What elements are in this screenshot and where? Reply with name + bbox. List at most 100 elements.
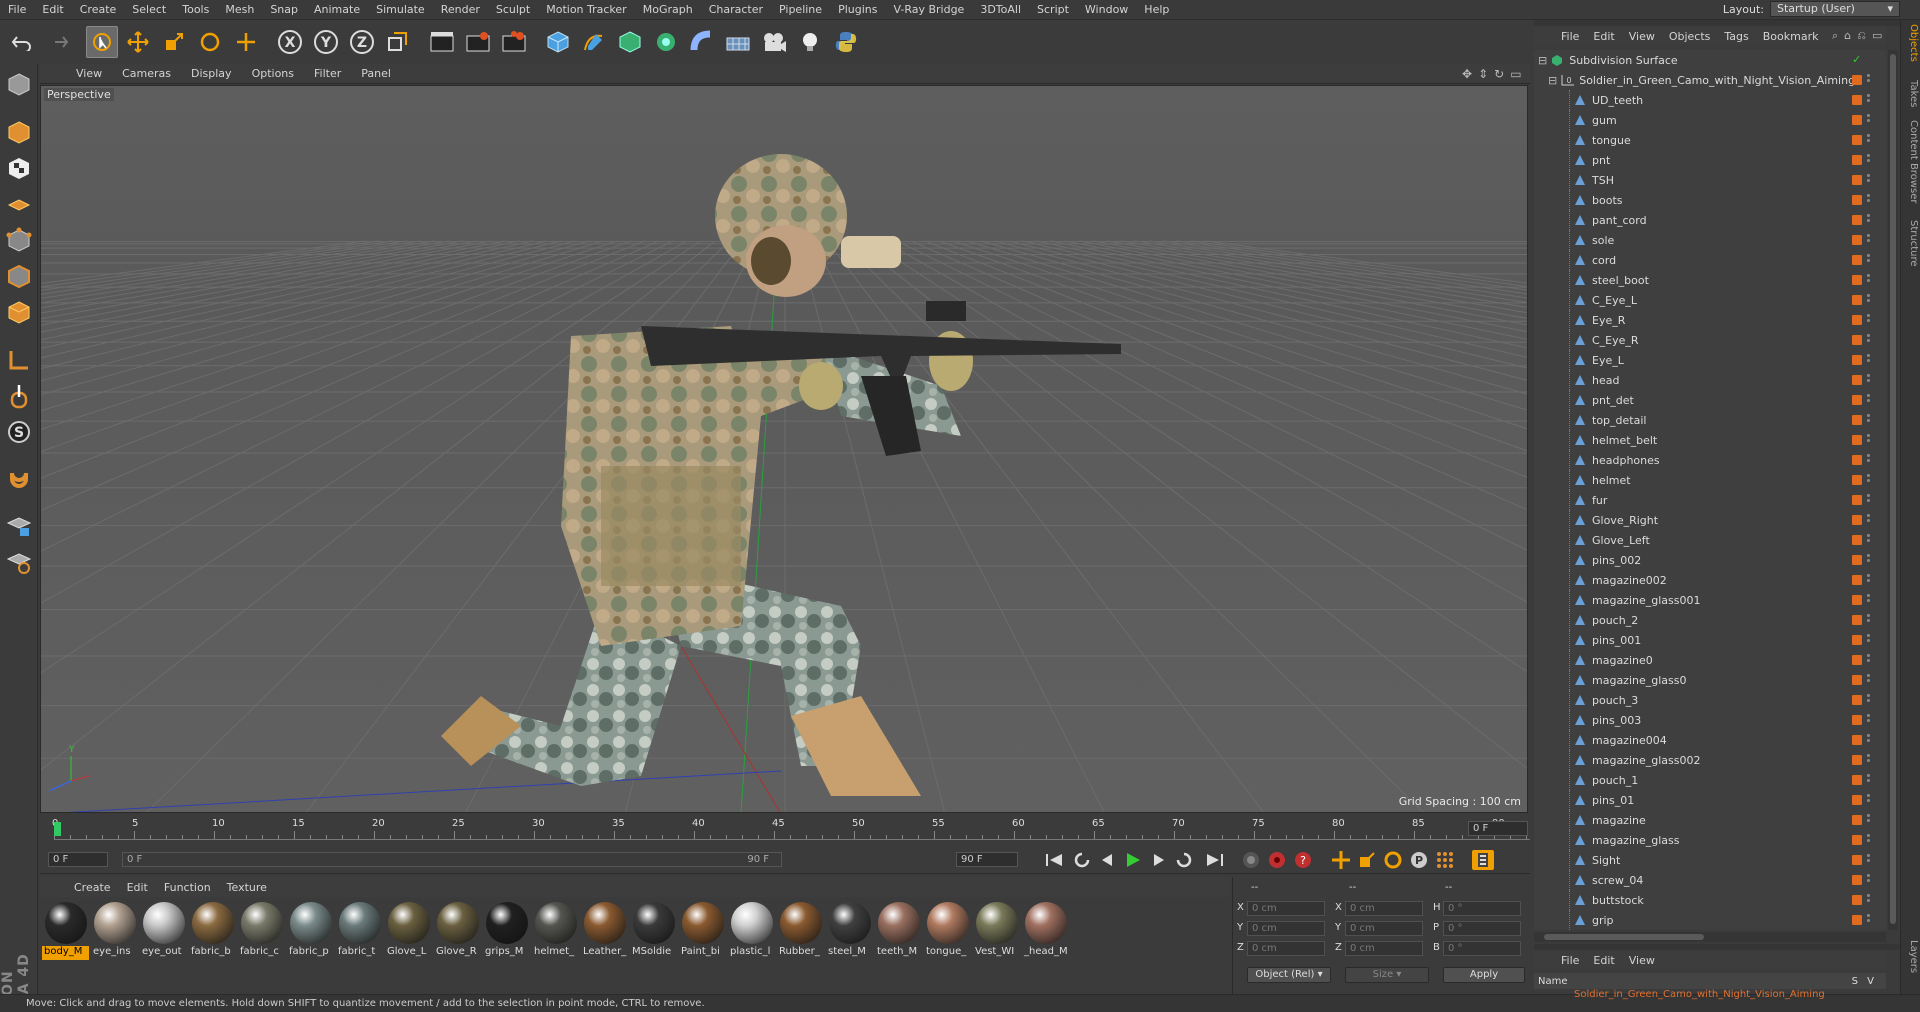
material-swatch[interactable]: Glove_L bbox=[385, 898, 432, 994]
go-to-previous-frame-button[interactable] bbox=[1096, 850, 1118, 870]
material-tag-icon[interactable] bbox=[1852, 575, 1862, 585]
object-row[interactable]: Eye_L bbox=[1534, 350, 1886, 370]
visibility-dots-icon[interactable] bbox=[1867, 614, 1871, 626]
z-axis-lock-icon[interactable]: Z bbox=[346, 26, 378, 58]
material-tag-icon[interactable] bbox=[1852, 515, 1862, 525]
size-field[interactable]: 0 cm bbox=[1345, 921, 1423, 936]
magnet-icon[interactable] bbox=[3, 462, 35, 494]
lock-workplane-icon[interactable] bbox=[3, 510, 35, 542]
material-tag-icon[interactable] bbox=[1852, 595, 1862, 605]
menu-character[interactable]: Character bbox=[701, 0, 771, 20]
spline-pen-icon[interactable] bbox=[578, 26, 610, 58]
material-swatch[interactable]: MSoldie bbox=[630, 898, 677, 994]
material-tag-icon[interactable] bbox=[1852, 495, 1862, 505]
timeline-layout-button[interactable] bbox=[1472, 850, 1494, 870]
live-selection-tool[interactable] bbox=[86, 26, 118, 58]
menu-motion-tracker[interactable]: Motion Tracker bbox=[538, 0, 634, 20]
menu-render[interactable]: Render bbox=[433, 0, 488, 20]
visibility-dots-icon[interactable] bbox=[1867, 694, 1871, 706]
material-swatch[interactable]: Paint_bi bbox=[679, 898, 726, 994]
object-row[interactable]: magazine_glass0 bbox=[1534, 670, 1886, 690]
visibility-dots-icon[interactable] bbox=[1867, 114, 1871, 126]
visibility-dots-icon[interactable] bbox=[1867, 274, 1871, 286]
material-swatch[interactable]: grips_M bbox=[483, 898, 530, 994]
material-swatch[interactable]: steel_M bbox=[826, 898, 873, 994]
viewport-menu-options[interactable]: Options bbox=[242, 67, 304, 80]
object-row[interactable]: steel_boot bbox=[1534, 270, 1886, 290]
object-row[interactable]: magazine_glass bbox=[1534, 830, 1886, 850]
material-tag-icon[interactable] bbox=[1852, 415, 1862, 425]
redo-button[interactable] bbox=[42, 26, 74, 58]
material-tag-icon[interactable] bbox=[1852, 615, 1862, 625]
material-tag-icon[interactable] bbox=[1852, 815, 1862, 825]
material-swatch[interactable]: _head_M bbox=[1022, 898, 1069, 994]
start-frame-field[interactable]: 0 F bbox=[48, 852, 108, 867]
timeline-playhead[interactable] bbox=[54, 822, 61, 836]
position-field[interactable]: 0 cm bbox=[1247, 901, 1325, 916]
move-tool[interactable] bbox=[122, 26, 154, 58]
collapse-icon[interactable]: ⊟ bbox=[1548, 74, 1557, 87]
rotation-field[interactable]: 0 ° bbox=[1443, 901, 1521, 916]
object-row[interactable]: top_detail bbox=[1534, 410, 1886, 430]
object-row[interactable]: sole bbox=[1534, 230, 1886, 250]
dock-tab-takes[interactable]: Takes bbox=[1903, 80, 1919, 107]
menu-sculpt[interactable]: Sculpt bbox=[488, 0, 538, 20]
object-row[interactable]: headphones bbox=[1534, 450, 1886, 470]
object-tree-vertical-scrollbar[interactable] bbox=[1888, 50, 1898, 930]
object-row[interactable]: pouch_1 bbox=[1534, 770, 1886, 790]
object-menu-edit[interactable]: Edit bbox=[1586, 30, 1621, 43]
cube-primitive-icon[interactable] bbox=[542, 26, 574, 58]
menu-animate[interactable]: Animate bbox=[306, 0, 368, 20]
menu-snap[interactable]: Snap bbox=[262, 0, 306, 20]
dock-tab-layers[interactable]: Layers bbox=[1903, 940, 1919, 973]
material-tag-icon[interactable] bbox=[1852, 475, 1862, 485]
visibility-dots-icon[interactable] bbox=[1867, 94, 1871, 106]
current-frame-field[interactable]: 0 F bbox=[1468, 821, 1528, 836]
visibility-dots-icon[interactable] bbox=[1867, 194, 1871, 206]
tweak-mode-icon[interactable] bbox=[3, 380, 35, 412]
visibility-dots-icon[interactable] bbox=[1867, 74, 1871, 86]
size-mode-dropdown[interactable]: Size ▾ bbox=[1345, 967, 1429, 983]
object-row[interactable]: Sight bbox=[1534, 850, 1886, 870]
object-row[interactable]: pins_003 bbox=[1534, 710, 1886, 730]
render-settings-icon[interactable] bbox=[498, 26, 530, 58]
material-tag-icon[interactable] bbox=[1852, 135, 1862, 145]
texture-mode-icon[interactable] bbox=[3, 152, 35, 184]
visibility-dots-icon[interactable] bbox=[1867, 594, 1871, 606]
object-row[interactable]: UD_teeth bbox=[1534, 90, 1886, 110]
floor-grid-icon[interactable] bbox=[722, 26, 754, 58]
perspective-viewport[interactable]: Y Perspective Grid Spacing : 100 cm bbox=[40, 85, 1528, 813]
back-icon[interactable]: ⎌ bbox=[1857, 29, 1866, 43]
render-picture-viewer-icon[interactable] bbox=[462, 26, 494, 58]
visibility-dots-icon[interactable] bbox=[1867, 754, 1871, 766]
object-row[interactable]: tongue bbox=[1534, 130, 1886, 150]
object-row[interactable]: magazine_glass001 bbox=[1534, 590, 1886, 610]
points-mode-icon[interactable] bbox=[3, 224, 35, 256]
visibility-dots-icon[interactable] bbox=[1867, 434, 1871, 446]
layer-menu-file[interactable]: File bbox=[1554, 954, 1586, 967]
orbit-icon[interactable]: ↻ bbox=[1494, 67, 1504, 81]
visibility-dots-icon[interactable] bbox=[1867, 834, 1871, 846]
object-row[interactable]: helmet_belt bbox=[1534, 430, 1886, 450]
material-tag-icon[interactable] bbox=[1852, 75, 1862, 85]
render-view-icon[interactable] bbox=[426, 26, 458, 58]
visibility-dots-icon[interactable] bbox=[1867, 854, 1871, 866]
visibility-dots-icon[interactable] bbox=[1867, 514, 1871, 526]
maximize-view-icon[interactable]: ▭ bbox=[1510, 67, 1521, 81]
material-tag-icon[interactable] bbox=[1852, 915, 1862, 925]
menu-v-ray-bridge[interactable]: V-Ray Bridge bbox=[885, 0, 972, 20]
object-row[interactable]: pant_cord bbox=[1534, 210, 1886, 230]
play-button[interactable] bbox=[1122, 850, 1144, 870]
visibility-dots-icon[interactable] bbox=[1867, 494, 1871, 506]
material-tag-icon[interactable] bbox=[1852, 195, 1862, 205]
keyframe-selection-button[interactable]: ? bbox=[1292, 850, 1314, 870]
visibility-dots-icon[interactable] bbox=[1867, 174, 1871, 186]
deformer-bend-icon[interactable] bbox=[686, 26, 718, 58]
object-row[interactable]: head bbox=[1534, 370, 1886, 390]
material-tag-icon[interactable] bbox=[1852, 435, 1862, 445]
material-tag-icon[interactable] bbox=[1852, 835, 1862, 845]
position-field[interactable]: 0 cm bbox=[1247, 921, 1325, 936]
material-tag-icon[interactable] bbox=[1852, 655, 1862, 665]
menu-pipeline[interactable]: Pipeline bbox=[771, 0, 830, 20]
undo-button[interactable] bbox=[6, 26, 38, 58]
